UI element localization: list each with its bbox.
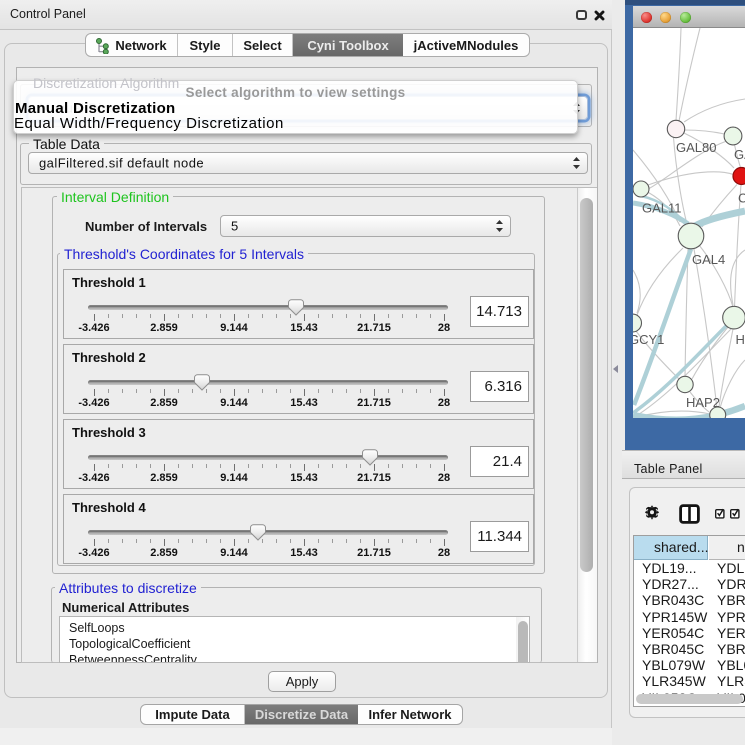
svg-text:HA: HA xyxy=(736,332,745,347)
svg-text:GAL11: GAL11 xyxy=(642,201,682,216)
svg-text:CB: CB xyxy=(738,191,745,206)
svg-text:GAL4: GAL4 xyxy=(692,252,725,267)
svg-text:GA: GA xyxy=(734,147,745,162)
svg-text:HAP2: HAP2 xyxy=(686,395,720,410)
svg-text:GCY1: GCY1 xyxy=(633,332,664,347)
svg-text:GAL80: GAL80 xyxy=(676,140,716,155)
